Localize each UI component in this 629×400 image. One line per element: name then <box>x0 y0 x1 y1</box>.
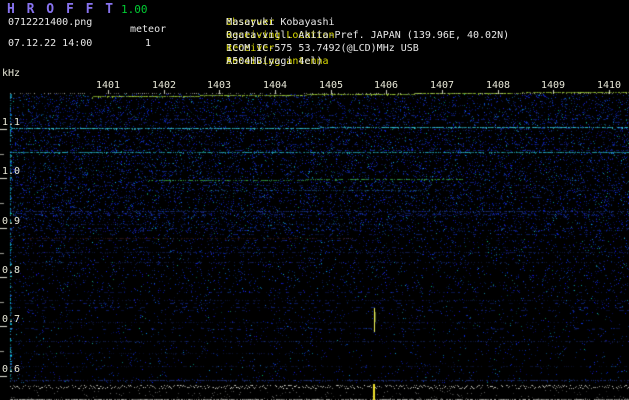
y-axis-tick-label: 0.8 <box>2 265 21 276</box>
x-axis-tick-label: 1402 <box>152 80 177 91</box>
meteor-counter-label: meteor <box>130 24 167 35</box>
app-title: H R O F F T <box>7 2 116 17</box>
observation-datetime: 07.12.22 14:00 <box>8 38 93 49</box>
info-row-observer: Observer: Masayuki Kobayashi <box>178 3 334 28</box>
info-value: Ogata-vill. Akita-Pref. JAPAN (139.96E, … <box>226 30 510 41</box>
app-version: 1.00 <box>121 3 148 16</box>
x-axis-tick-label: 1406 <box>374 80 399 91</box>
x-axis-tick-label: 1403 <box>207 80 232 91</box>
output-filename: 0712221400.png <box>8 17 93 28</box>
x-axis-tick-label: 1405 <box>319 80 344 91</box>
x-axis-tick-label: 1410 <box>597 80 622 91</box>
info-value: Masayuki Kobayashi <box>226 17 335 28</box>
y-axis-tick-label: 0.7 <box>2 314 21 325</box>
x-axis-tick-label: 1401 <box>96 80 121 91</box>
y-axis-tick-label: 0.6 <box>2 364 21 375</box>
meteor-count-value: 1 <box>145 38 152 49</box>
info-value: A504HB(yagi 4el) <box>226 56 323 67</box>
x-axis-tick-label: 1408 <box>486 80 511 91</box>
y-axis-tick-label: 0.9 <box>2 216 21 227</box>
x-axis-tick-label: 1409 <box>541 80 566 91</box>
hrofft-output-image: H R O F F T 1.00 0712221400.png meteor 1… <box>0 0 629 400</box>
y-axis-tick-label: 1.1 <box>2 117 21 128</box>
station-info-block: Observer: Masayuki Kobayashi Receiving Lo… <box>178 3 509 67</box>
y-axis-tick-label: 1.0 <box>2 166 21 177</box>
y-axis-unit-label: kHz <box>2 68 21 79</box>
x-axis-tick-label: 1407 <box>430 80 455 91</box>
x-axis-tick-label: 1404 <box>263 80 288 91</box>
info-value: ICOM IC-575 53.7492(@LCD)MHz USB <box>226 43 419 54</box>
